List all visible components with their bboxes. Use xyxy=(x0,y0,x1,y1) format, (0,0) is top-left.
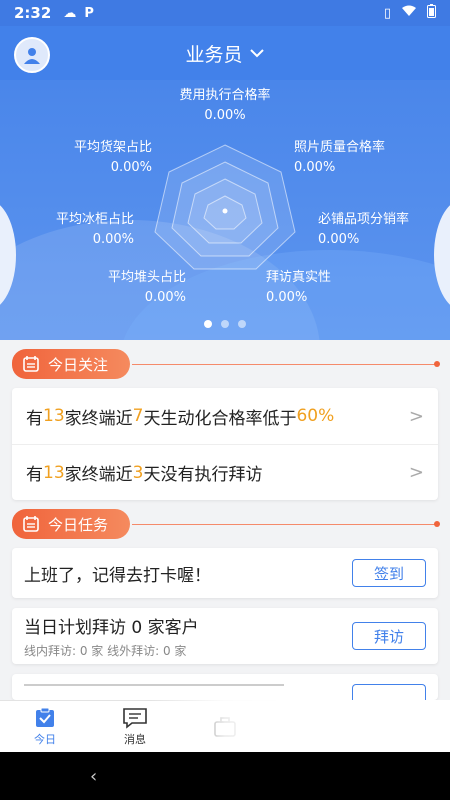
message-icon xyxy=(123,707,147,729)
task-visit-breakdown: 线内拜访: 0 家 线外拜访: 0 家 xyxy=(24,644,187,658)
attention-item-low-qualification[interactable]: 有 13 家终端近 7 天生动化合格率低于 60% > xyxy=(12,388,438,444)
metric-required-distribution: 必铺品项分销率 0.00% xyxy=(318,212,410,247)
chevron-right-icon: > xyxy=(408,405,424,427)
metric-shelf-share: 平均货架占比 0.00% xyxy=(73,140,152,175)
metrics-banner[interactable]: 费用执行合格率 0.00% 照片质量合格率 0.00% 必铺品项分销率 0.00… xyxy=(0,80,450,340)
section-today-tasks: 今日任务 xyxy=(12,508,440,540)
section-today-focus: 今日关注 xyxy=(12,348,440,380)
calendar-icon xyxy=(23,516,39,532)
vibrate-icon: ▯ xyxy=(383,5,391,21)
clipboard-check-icon xyxy=(36,707,54,727)
radar-chart xyxy=(154,144,296,270)
cloud-icon: ☁ xyxy=(63,5,77,21)
calendar-icon xyxy=(23,356,39,372)
metric-expense-execution: 费用执行合格率 0.00% xyxy=(179,88,271,123)
attention-card: 有 13 家终端近 7 天生动化合格率低于 60% > 有 13 家终端近 3 天没有执行拜访 > xyxy=(12,388,438,500)
task-checkin-title: 上班了，记得去打卡喔！ xyxy=(24,565,211,586)
partial-task-button[interactable] xyxy=(352,684,426,700)
today-focus-tag: 今日关注 xyxy=(12,349,131,379)
carousel-dot[interactable] xyxy=(238,320,246,328)
back-icon[interactable]: ‹ xyxy=(90,766,97,787)
status-bar: 2:32 ☁ P ▯ xyxy=(0,0,450,26)
section-title: 今日关注 xyxy=(48,355,109,374)
checkin-button[interactable]: 签到 xyxy=(352,559,426,587)
metric-freezer-share: 平均冰柜占比 0.00% xyxy=(55,212,134,247)
battery-icon xyxy=(427,4,436,22)
carousel-dot[interactable] xyxy=(221,320,229,328)
avatar[interactable] xyxy=(14,37,50,73)
carousel-indicator xyxy=(0,320,450,328)
app-header: 业务员 xyxy=(0,26,450,80)
metric-stack-head: 平均堆头占比 0.00% xyxy=(107,270,186,305)
system-nav-bar: ‹ xyxy=(0,752,450,800)
status-time: 2:32 xyxy=(14,4,52,22)
section-title: 今日任务 xyxy=(48,515,109,534)
role-title-text: 业务员 xyxy=(185,43,243,66)
chevron-right-icon: > xyxy=(408,462,424,483)
status-notifications: ☁ P xyxy=(63,6,94,21)
today-tasks-tag: 今日任务 xyxy=(12,509,131,539)
metric-visit-authenticity: 拜访真实性 0.00% xyxy=(266,270,332,305)
wifi-icon xyxy=(401,5,417,21)
visit-button[interactable]: 拜访 xyxy=(352,622,426,650)
metric-photo-quality: 照片质量合格率 0.00% xyxy=(294,140,386,175)
task-visit: 当日计划拜访 0 家客户 线内拜访: 0 家 线外拜访: 0 家 拜访 xyxy=(12,608,438,664)
chevron-down-icon xyxy=(249,49,264,58)
user-icon xyxy=(24,48,40,64)
task-checkin: 上班了，记得去打卡喔！ 签到 xyxy=(12,548,438,598)
attention-item-no-visit[interactable]: 有 13 家终端近 3 天没有执行拜访 > xyxy=(12,444,438,500)
carousel-dot[interactable] xyxy=(204,320,212,328)
task-partially-hidden xyxy=(12,674,438,700)
task-visit-title: 当日计划拜访 0 家客户 xyxy=(24,618,199,638)
tab-today[interactable]: 今日 xyxy=(0,701,90,752)
role-selector[interactable]: 业务员 xyxy=(185,40,264,67)
app-indicator-icon: P xyxy=(84,5,94,21)
status-system-icons: ▯ xyxy=(384,4,436,22)
